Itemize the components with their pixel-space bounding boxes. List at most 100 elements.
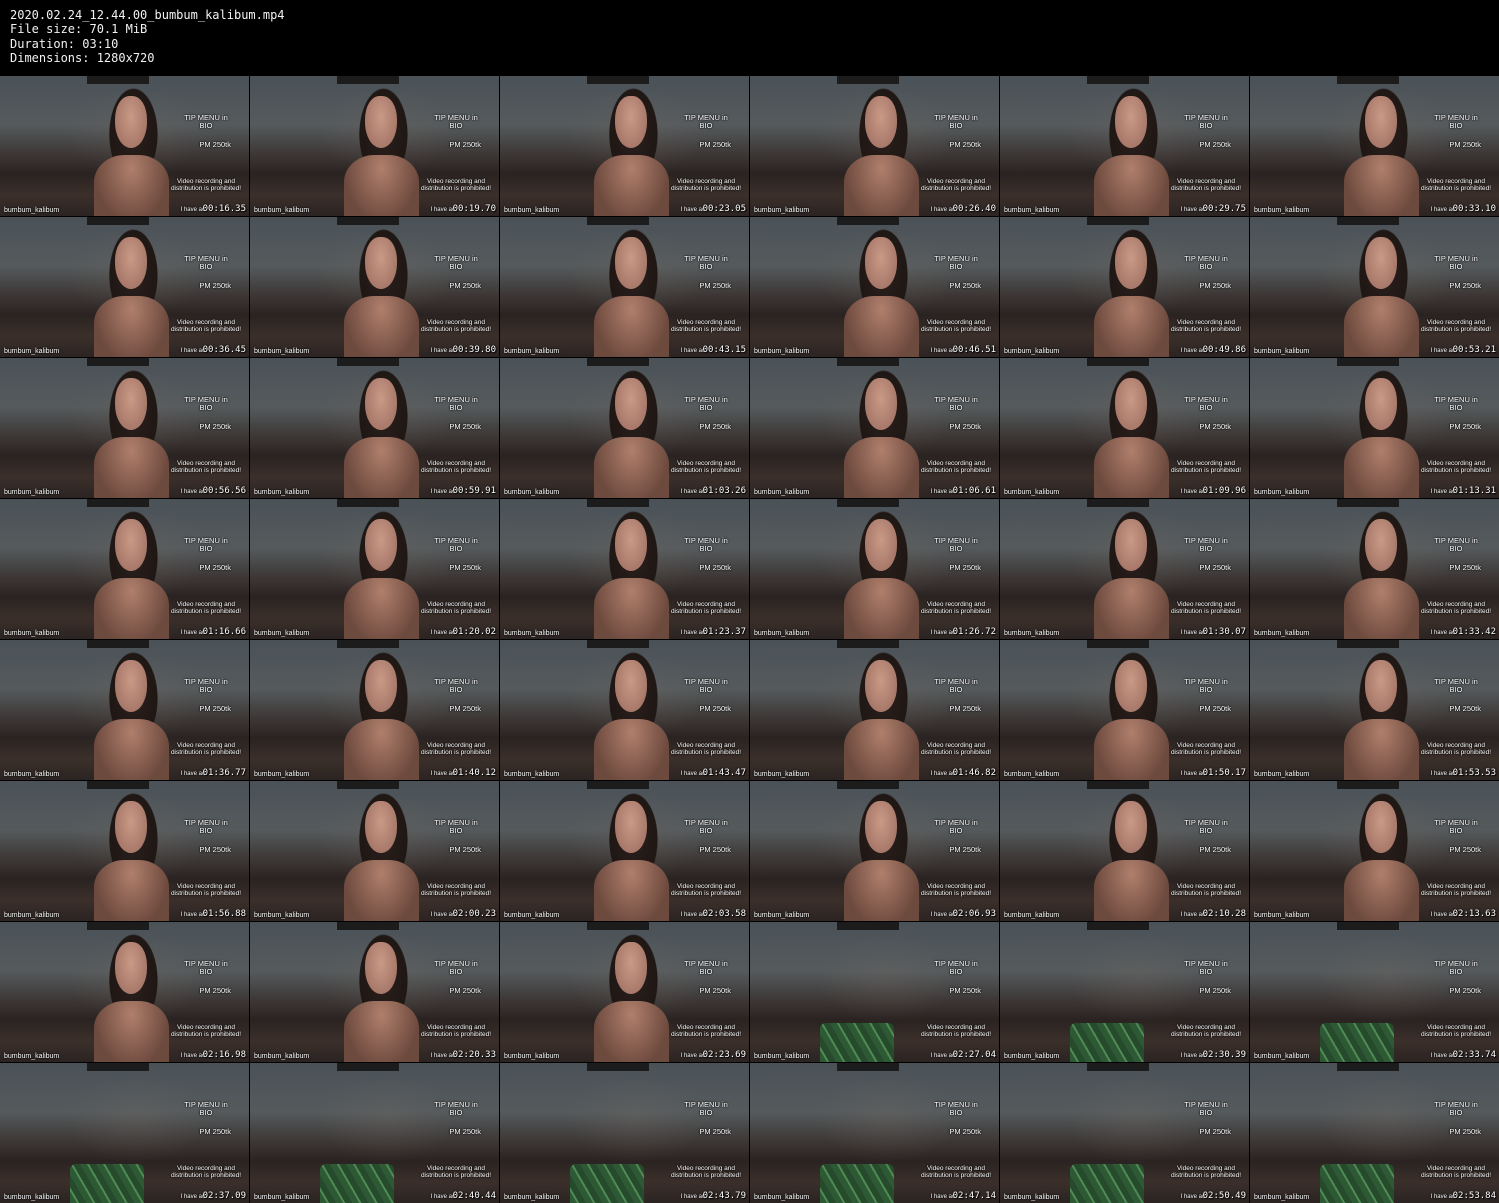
person-figure [589, 80, 670, 216]
overlay-tip-menu: TIP MENU in BIO [1184, 395, 1228, 412]
person-figure [589, 644, 670, 780]
overlay-username: bumbum_kalibum [1254, 629, 1310, 637]
person-figure [89, 503, 170, 639]
timestamp: 00:19.70 [452, 204, 496, 214]
overlay-tip-menu: TIP MENU in BIO [684, 959, 728, 976]
timestamp: 01:33.42 [1452, 627, 1496, 637]
video-thumbnail: TIP MENU in BIO PM 250tk Video recording… [500, 922, 749, 1062]
video-thumbnail: TIP MENU in BIO PM 250tk Video recording… [1250, 1063, 1499, 1203]
overlay-pm: PM 250tk [199, 140, 231, 149]
overlay-username: bumbum_kalibum [1254, 911, 1310, 919]
overlay-have: I have ac [180, 1193, 205, 1200]
video-thumbnail: TIP MENU in BIO PM 250tk Video recording… [500, 1063, 749, 1203]
overlay-recording-notice: Video recording and distribution is proh… [420, 178, 492, 192]
overlay-username: bumbum_kalibum [504, 488, 560, 496]
video-thumbnail: TIP MENU in BIO PM 250tk Video recording… [250, 640, 499, 780]
person-figure [89, 644, 170, 780]
video-thumbnail: TIP MENU in BIO PM 250tk Video recording… [250, 499, 499, 639]
overlay-tip-menu: TIP MENU in BIO [934, 395, 978, 412]
person-figure [589, 503, 670, 639]
person-figure [589, 221, 670, 357]
overlay-username: bumbum_kalibum [754, 770, 810, 778]
overlay-recording-notice: Video recording and distribution is proh… [670, 319, 742, 333]
overlay-recording-notice: Video recording and distribution is proh… [670, 460, 742, 474]
overlay-have: I have ac [430, 770, 455, 777]
overlay-recording-notice: Video recording and distribution is proh… [1420, 883, 1492, 897]
video-thumbnail: TIP MENU in BIO PM 250tk Video recording… [1000, 781, 1249, 921]
overlay-tip-menu: TIP MENU in BIO [934, 1100, 978, 1117]
overlay-have: I have ac [430, 347, 455, 354]
person-figure [89, 80, 170, 216]
overlay-pm: PM 250tk [1449, 986, 1481, 995]
overlay-username: bumbum_kalibum [504, 347, 560, 355]
person-figure [89, 785, 170, 921]
video-thumbnail: TIP MENU in BIO PM 250tk Video recording… [1250, 499, 1499, 639]
overlay-tip-menu: TIP MENU in BIO [934, 254, 978, 271]
timestamp: 01:16.66 [202, 627, 246, 637]
person-figure [1089, 644, 1170, 780]
overlay-username: bumbum_kalibum [504, 911, 560, 919]
overlay-pm: PM 250tk [1199, 845, 1231, 854]
overlay-have: I have ac [430, 911, 455, 918]
video-thumbnail: TIP MENU in BIO PM 250tk Video recording… [0, 217, 249, 357]
timestamp: 01:09.96 [1202, 486, 1246, 496]
video-thumbnail: TIP MENU in BIO PM 250tk Video recording… [250, 781, 499, 921]
overlay-recording-notice: Video recording and distribution is proh… [170, 178, 242, 192]
overlay-recording-notice: Video recording and distribution is proh… [420, 883, 492, 897]
overlay-username: bumbum_kalibum [504, 1052, 560, 1060]
overlay-have: I have ac [180, 770, 205, 777]
overlay-username: bumbum_kalibum [4, 770, 60, 778]
person-figure [339, 503, 420, 639]
overlay-tip-menu: TIP MENU in BIO [1184, 536, 1228, 553]
overlay-recording-notice: Video recording and distribution is proh… [420, 601, 492, 615]
overlay-tip-menu: TIP MENU in BIO [1184, 818, 1228, 835]
overlay-have: I have ac [930, 347, 955, 354]
overlay-have: I have ac [180, 488, 205, 495]
overlay-tip-menu: TIP MENU in BIO [1434, 395, 1478, 412]
overlay-tip-menu: TIP MENU in BIO [684, 818, 728, 835]
overlay-have: I have ac [180, 1052, 205, 1059]
plant-pillow [69, 1163, 145, 1203]
person-figure [839, 785, 920, 921]
overlay-tip-menu: TIP MENU in BIO [184, 536, 228, 553]
file-duration: Duration: 03:10 [10, 36, 119, 51]
overlay-recording-notice: Video recording and distribution is proh… [1420, 460, 1492, 474]
timestamp: 00:23.05 [702, 204, 746, 214]
overlay-recording-notice: Video recording and distribution is proh… [170, 460, 242, 474]
overlay-tip-menu: TIP MENU in BIO [684, 677, 728, 694]
timestamp: 00:56.56 [202, 486, 246, 496]
overlay-have: I have ac [680, 488, 705, 495]
video-thumbnail: TIP MENU in BIO PM 250tk Video recording… [1000, 1063, 1249, 1203]
overlay-username: bumbum_kalibum [504, 1193, 560, 1201]
overlay-have: I have ac [930, 488, 955, 495]
overlay-tip-menu: TIP MENU in BIO [434, 677, 478, 694]
overlay-username: bumbum_kalibum [1004, 347, 1060, 355]
overlay-username: bumbum_kalibum [1004, 488, 1060, 496]
overlay-recording-notice: Video recording and distribution is proh… [1420, 319, 1492, 333]
overlay-pm: PM 250tk [199, 422, 231, 431]
video-thumbnail: TIP MENU in BIO PM 250tk Video recording… [500, 76, 749, 216]
overlay-recording-notice: Video recording and distribution is proh… [670, 601, 742, 615]
overlay-have: I have ac [180, 629, 205, 636]
overlay-have: I have ac [1430, 770, 1455, 777]
plant-pillow [1319, 1022, 1395, 1062]
overlay-have: I have ac [430, 1052, 455, 1059]
person-figure [839, 503, 920, 639]
overlay-recording-notice: Video recording and distribution is proh… [170, 742, 242, 756]
video-thumbnail: TIP MENU in BIO PM 250tk Video recording… [0, 781, 249, 921]
overlay-tip-menu: TIP MENU in BIO [934, 959, 978, 976]
overlay-recording-notice: Video recording and distribution is proh… [920, 460, 992, 474]
timestamp: 02:40.44 [452, 1191, 496, 1201]
overlay-pm: PM 250tk [1449, 422, 1481, 431]
overlay-recording-notice: Video recording and distribution is proh… [1420, 178, 1492, 192]
overlay-tip-menu: TIP MENU in BIO [684, 113, 728, 130]
overlay-recording-notice: Video recording and distribution is proh… [1170, 742, 1242, 756]
overlay-pm: PM 250tk [1449, 1127, 1481, 1136]
video-thumbnail: TIP MENU in BIO PM 250tk Video recording… [750, 922, 999, 1062]
overlay-tip-menu: TIP MENU in BIO [1184, 677, 1228, 694]
person-figure [589, 785, 670, 921]
timestamp: 02:30.39 [1202, 1050, 1246, 1060]
overlay-username: bumbum_kalibum [4, 488, 60, 496]
overlay-pm: PM 250tk [1199, 422, 1231, 431]
overlay-tip-menu: TIP MENU in BIO [184, 1100, 228, 1117]
